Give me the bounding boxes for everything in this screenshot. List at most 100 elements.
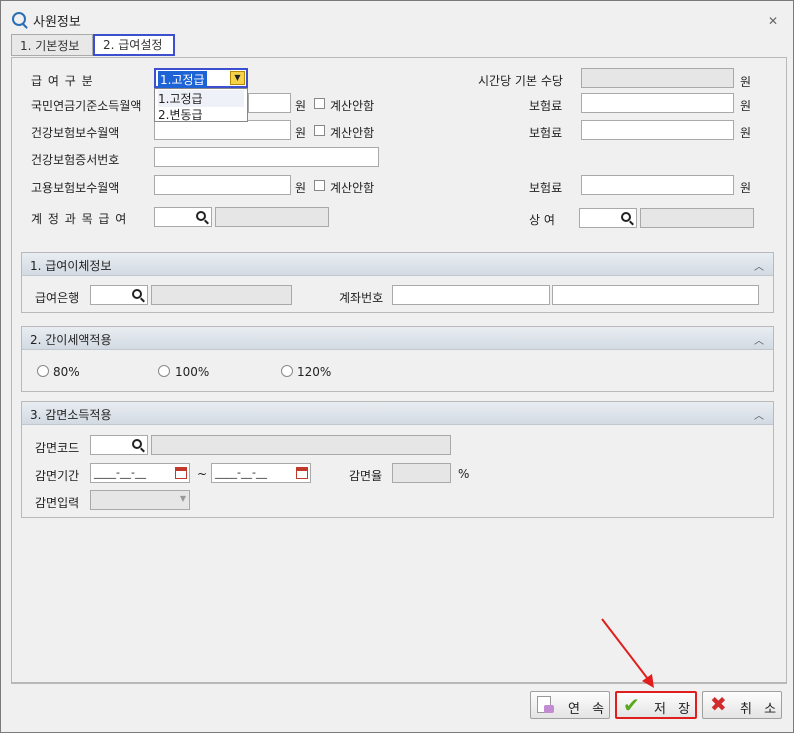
app-icon [12,12,26,26]
cancel-label: 취 소 [740,702,781,717]
search-icon[interactable] [132,289,142,299]
footer-divider [11,683,787,684]
date-to-mask: ____-__-__ [215,466,267,479]
tax-100-radio[interactable] [158,365,170,377]
search-icon[interactable] [132,439,142,449]
reduction-rate-input[interactable] [392,463,451,483]
employment-premium-label: 보험료 [529,181,563,195]
health-card-input[interactable] [154,147,379,167]
account-no-input[interactable] [392,285,550,305]
bonus-label: 상 여 [529,213,555,227]
won-unit: 원 [295,99,307,113]
employment-input[interactable] [154,175,291,195]
pay-type-option-fixed[interactable]: 1.고정급 [158,90,244,107]
section-header[interactable]: 1. 급여이체정보 ︿ [22,253,773,276]
employment-label: 고용보험보수월액 [31,181,120,195]
health-no-calc-checkbox[interactable] [314,125,325,136]
check-icon: ✔ [623,693,640,717]
won-unit: 원 [740,181,752,195]
pay-type-value: 1.고정급 [158,71,207,88]
chevron-up-icon[interactable]: ︿ [754,258,764,273]
account-subject-name-input [215,207,329,227]
reduction-date-to-input[interactable]: ____-__-__ [211,463,311,483]
tilde: ~ [197,467,208,481]
section-title: 1. 급여이체정보 [30,259,112,273]
close-icon[interactable]: ✕ [768,14,778,28]
employment-no-calc-checkbox[interactable] [314,180,325,191]
continue-button[interactable]: 연 속 [530,691,610,719]
reduction-input-select[interactable]: ▼ [90,490,190,510]
tab-pay-settings[interactable]: 2. 급여설정 [93,34,175,56]
pay-type-option-variable[interactable]: 2.변동급 [158,106,203,123]
hourly-allowance-label: 시간당 기본 수당 [478,74,563,88]
reduction-code-input[interactable] [90,435,148,455]
account-no-label: 계좌번호 [339,291,384,305]
pension-input[interactable] [248,93,291,113]
tax-120-radio[interactable] [281,365,293,377]
percent-unit: % [458,467,470,481]
calendar-icon[interactable] [175,467,187,479]
reduction-input-label: 감면입력 [35,496,80,510]
health-input[interactable] [154,120,291,140]
search-icon[interactable] [621,212,631,222]
health-label: 건강보험보수월액 [31,126,120,140]
reduction-rate-label: 감면율 [349,469,383,483]
pension-no-calc-label: 계산안함 [330,99,375,113]
employment-no-calc-label: 계산안함 [330,181,375,195]
x-icon: ✖ [710,692,727,716]
chevron-up-icon[interactable]: ︿ [754,407,764,422]
chevron-up-icon[interactable]: ︿ [754,332,764,347]
account-subject-code-input[interactable] [154,207,212,227]
bonus-code-input[interactable] [579,208,637,228]
annotation-arrow [601,618,654,688]
tax-80-label: 80% [53,365,80,379]
save-label: 저 장 [654,702,695,717]
section-simple-tax: 2. 간이세액적용 ︿ [21,326,774,392]
section-header[interactable]: 3. 감면소득적용 ︿ [22,402,773,425]
window-title: 사원정보 [33,15,81,30]
won-unit: 원 [295,126,307,140]
tax-80-radio[interactable] [37,365,49,377]
pension-premium-label: 보험료 [529,99,563,113]
title-bar: 사원정보 ✕ [1,6,793,32]
pay-type-dropdown-list: 1.고정급 2.변동급 [154,88,248,122]
date-from-mask: ____-__-__ [94,466,146,479]
save-button[interactable]: ✔ 저 장 [615,691,697,719]
continue-label: 연 속 [568,702,609,717]
tax-100-label: 100% [175,365,210,379]
dropdown-arrow-icon[interactable]: ▼ [180,494,186,503]
health-premium-input[interactable] [581,120,734,140]
account-subject-label: 계 정 과 목 급 여 [31,212,128,226]
health-premium-label: 보험료 [529,126,563,140]
cancel-button[interactable]: ✖ 취 소 [702,691,782,719]
bank-name-input [151,285,292,305]
pay-type-label: 급 여 구 분 [31,74,94,88]
calendar-icon[interactable] [296,467,308,479]
won-unit: 원 [295,181,307,195]
bank-label: 급여은행 [35,291,80,305]
pension-label: 국민연금기준소득월액 [31,99,142,113]
search-icon[interactable] [196,211,206,221]
bonus-name-input [640,208,754,228]
reduction-code-label: 감면코드 [35,441,80,455]
tab-basic-info[interactable]: 1. 기본정보 [11,34,93,56]
reduction-name-input [151,435,451,455]
won-unit: 원 [740,126,752,140]
tax-120-label: 120% [297,365,332,379]
reduction-date-from-input[interactable]: ____-__-__ [90,463,190,483]
pension-premium-input[interactable] [581,93,734,113]
section-title: 2. 간이세액적용 [30,333,112,347]
employee-info-dialog: 사원정보 ✕ 1. 기본정보 2. 급여설정 급 여 구 분 1.고정급 ▼ 1… [0,0,794,733]
hourly-allowance-input[interactable] [581,68,734,88]
won-unit: 원 [740,99,752,113]
bank-code-input[interactable] [90,285,148,305]
dropdown-arrow-icon[interactable]: ▼ [230,71,245,85]
won-unit: 원 [740,75,752,89]
employment-premium-input[interactable] [581,175,734,195]
health-card-label: 건강보험증서번호 [31,153,120,167]
pension-no-calc-checkbox[interactable] [314,98,325,109]
section-header[interactable]: 2. 간이세액적용 ︿ [22,327,773,350]
account-holder-input[interactable] [552,285,759,305]
reduction-period-label: 감면기간 [35,469,80,483]
pay-type-select[interactable]: 1.고정급 ▼ [154,68,248,88]
